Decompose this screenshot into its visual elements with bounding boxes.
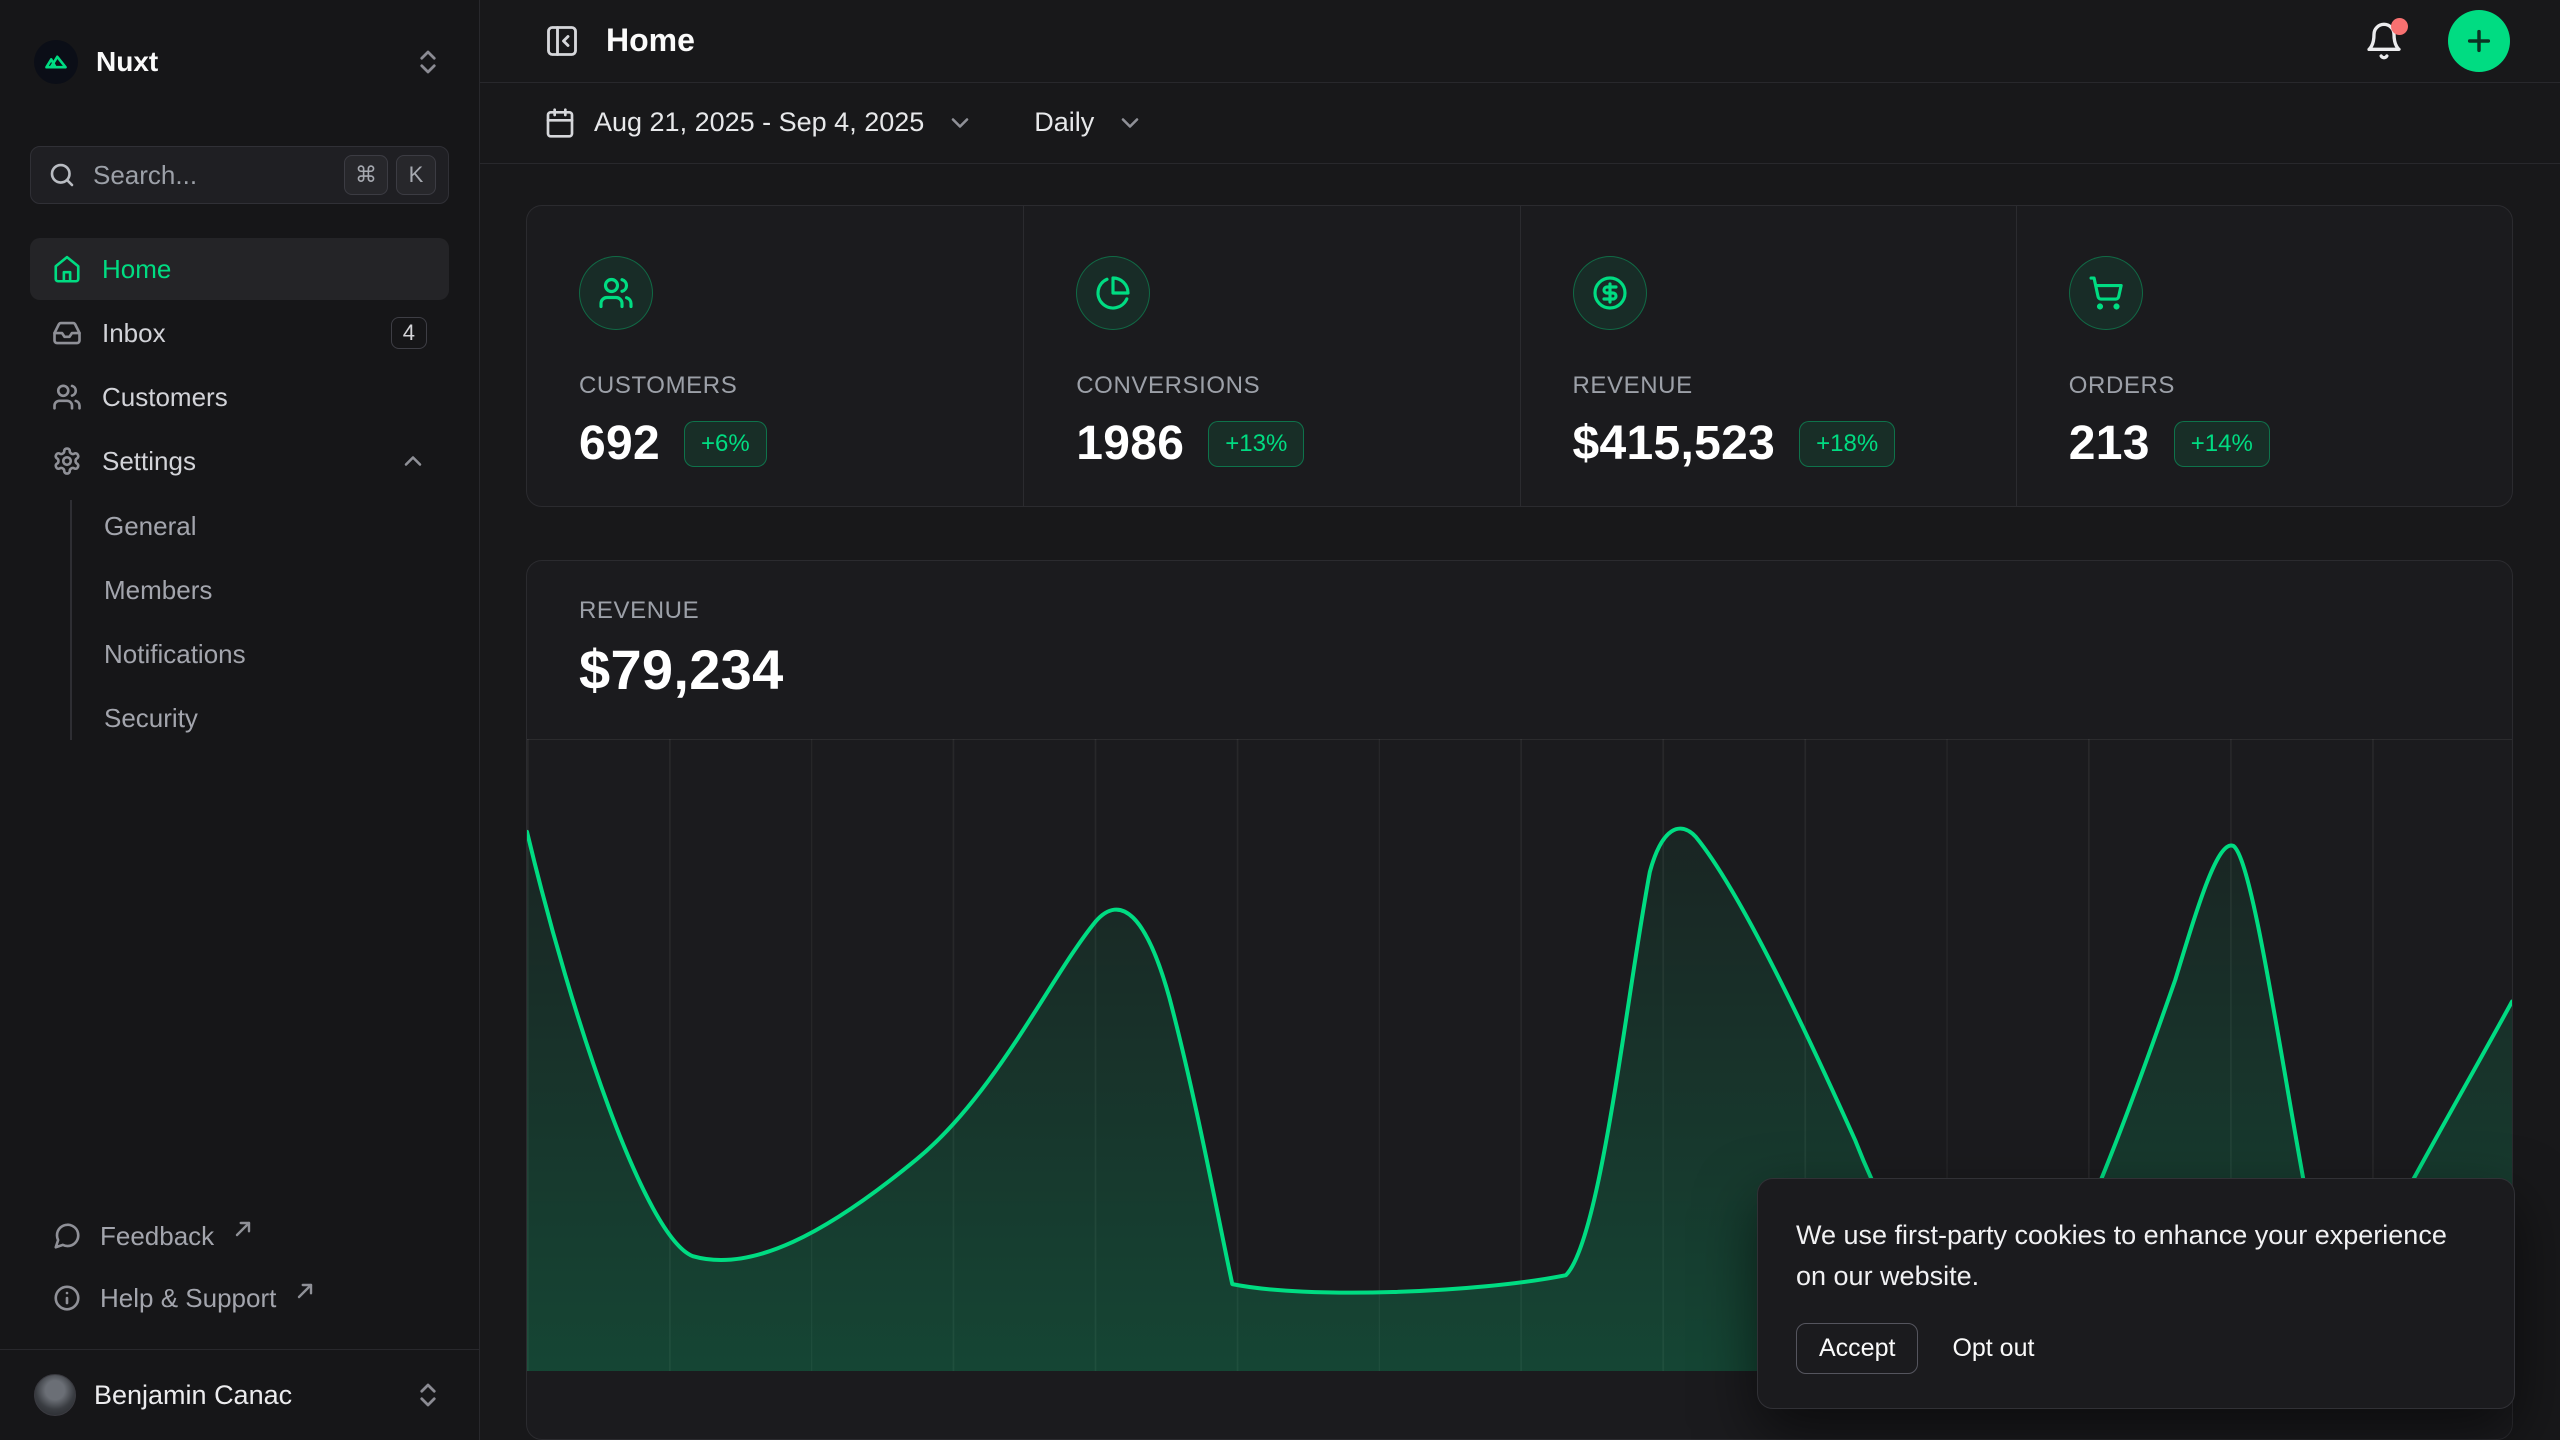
inbox-icon (52, 318, 82, 348)
cart-icon (2069, 256, 2143, 330)
sidebar-item-label: Home (102, 254, 171, 285)
granularity-value: Daily (1034, 107, 1094, 138)
sidebar-footer: Feedback Help & Support (30, 1205, 449, 1335)
notification-dot (2391, 18, 2408, 35)
sidebar-item-notifications[interactable]: Notifications (104, 622, 449, 686)
header-actions (2364, 10, 2510, 72)
revenue-value: $79,234 (579, 637, 2460, 702)
sidebar-item-label: Inbox (102, 318, 166, 349)
header: Home (480, 0, 2560, 83)
cookie-actions: Accept Opt out (1796, 1323, 2476, 1374)
sidebar-item-members[interactable]: Members (104, 558, 449, 622)
stat-delta-badge: +13% (1208, 421, 1304, 467)
stat-orders: ORDERS 213 +14% (2016, 206, 2512, 506)
sidebar: Nuxt Search... ⌘ K Home (0, 0, 480, 1440)
settings-subnav: General Members Notifications Security (30, 494, 449, 750)
user-name: Benjamin Canac (94, 1380, 292, 1411)
sidebar-item-customers[interactable]: Customers (30, 366, 449, 428)
sidebar-item-label: Settings (102, 446, 196, 477)
search-placeholder: Search... (93, 160, 328, 191)
revenue-label: REVENUE (579, 597, 2460, 625)
stat-value: 1986 (1076, 416, 1184, 471)
stat-delta-badge: +18% (1799, 421, 1895, 467)
cookie-banner: We use first-party cookies to enhance yo… (1757, 1178, 2515, 1409)
stats-card: CUSTOMERS 692 +6% CONVERSIONS 1986 +13% (526, 205, 2513, 507)
page-title: Home (606, 22, 695, 59)
users-icon (52, 382, 82, 412)
notifications-button[interactable] (2364, 21, 2404, 61)
sidebar-item-security[interactable]: Security (104, 686, 449, 750)
sidebar-nav: Home Inbox 4 Customers Settings (30, 238, 449, 750)
sidebar-item-settings[interactable]: Settings (30, 430, 449, 492)
external-link-icon (234, 1220, 252, 1238)
stat-label: ORDERS (2069, 372, 2512, 400)
chevron-down-icon (1116, 109, 1144, 137)
chevron-down-icon (946, 109, 974, 137)
sub-item-label: Members (104, 575, 212, 606)
gear-icon (52, 446, 82, 476)
feedback-link[interactable]: Feedback (30, 1205, 449, 1267)
plus-icon (2463, 25, 2495, 57)
home-icon (52, 254, 82, 284)
opt-out-button[interactable]: Opt out (1952, 1334, 2034, 1363)
external-link-icon (296, 1282, 314, 1300)
workspace-switcher[interactable]: Nuxt (30, 20, 449, 104)
user-menu[interactable]: Benjamin Canac (30, 1350, 449, 1440)
inbox-count-badge: 4 (391, 317, 427, 349)
panel-collapse-icon[interactable] (544, 23, 580, 59)
kbd-meta: ⌘ (344, 155, 388, 195)
stat-delta-badge: +6% (684, 421, 767, 467)
stat-conversions: CONVERSIONS 1986 +13% (1023, 206, 1519, 506)
granularity-select[interactable]: Daily (1034, 107, 1144, 138)
stat-label: CONVERSIONS (1076, 372, 1519, 400)
select-chevrons-icon (413, 47, 443, 77)
date-range-picker[interactable]: Aug 21, 2025 - Sep 4, 2025 (544, 107, 974, 139)
calendar-icon (544, 107, 576, 139)
users-icon (579, 256, 653, 330)
sub-item-label: General (104, 511, 197, 542)
stat-value: $415,523 (1573, 416, 1776, 471)
workspace-name: Nuxt (96, 46, 158, 78)
sidebar-item-general[interactable]: General (104, 494, 449, 558)
avatar (34, 1374, 76, 1416)
kbd-k: K (396, 155, 436, 195)
sidebar-item-label: Customers (102, 382, 228, 413)
footer-link-label: Feedback (100, 1221, 214, 1252)
stat-value: 213 (2069, 416, 2150, 471)
search-icon (47, 160, 77, 190)
pie-chart-icon (1076, 256, 1150, 330)
nuxt-logo-icon (34, 40, 78, 84)
speech-bubble-icon (52, 1221, 82, 1251)
stat-customers: CUSTOMERS 692 +6% (527, 206, 1023, 506)
stat-revenue: REVENUE $415,523 +18% (1520, 206, 2016, 506)
sidebar-item-inbox[interactable]: Inbox 4 (30, 302, 449, 364)
stat-label: CUSTOMERS (579, 372, 1023, 400)
date-range-value: Aug 21, 2025 - Sep 4, 2025 (594, 107, 924, 138)
stat-label: REVENUE (1573, 372, 2016, 400)
search-shortcut: ⌘ K (344, 155, 436, 195)
footer-link-label: Help & Support (100, 1283, 276, 1314)
filter-toolbar: Aug 21, 2025 - Sep 4, 2025 Daily (480, 83, 2560, 164)
stat-value: 692 (579, 416, 660, 471)
chevron-up-icon (399, 447, 427, 475)
search-input[interactable]: Search... ⌘ K (30, 146, 449, 204)
sub-item-label: Security (104, 703, 198, 734)
sidebar-spacer (30, 750, 449, 1205)
accept-button[interactable]: Accept (1796, 1323, 1918, 1374)
stat-delta-badge: +14% (2174, 421, 2270, 467)
info-icon (52, 1283, 82, 1313)
help-support-link[interactable]: Help & Support (30, 1267, 449, 1329)
dollar-circle-icon (1573, 256, 1647, 330)
sidebar-item-home[interactable]: Home (30, 238, 449, 300)
cookie-message: We use first-party cookies to enhance yo… (1796, 1215, 2476, 1297)
select-chevrons-icon (413, 1380, 443, 1410)
add-button[interactable] (2448, 10, 2510, 72)
sub-item-label: Notifications (104, 639, 246, 670)
